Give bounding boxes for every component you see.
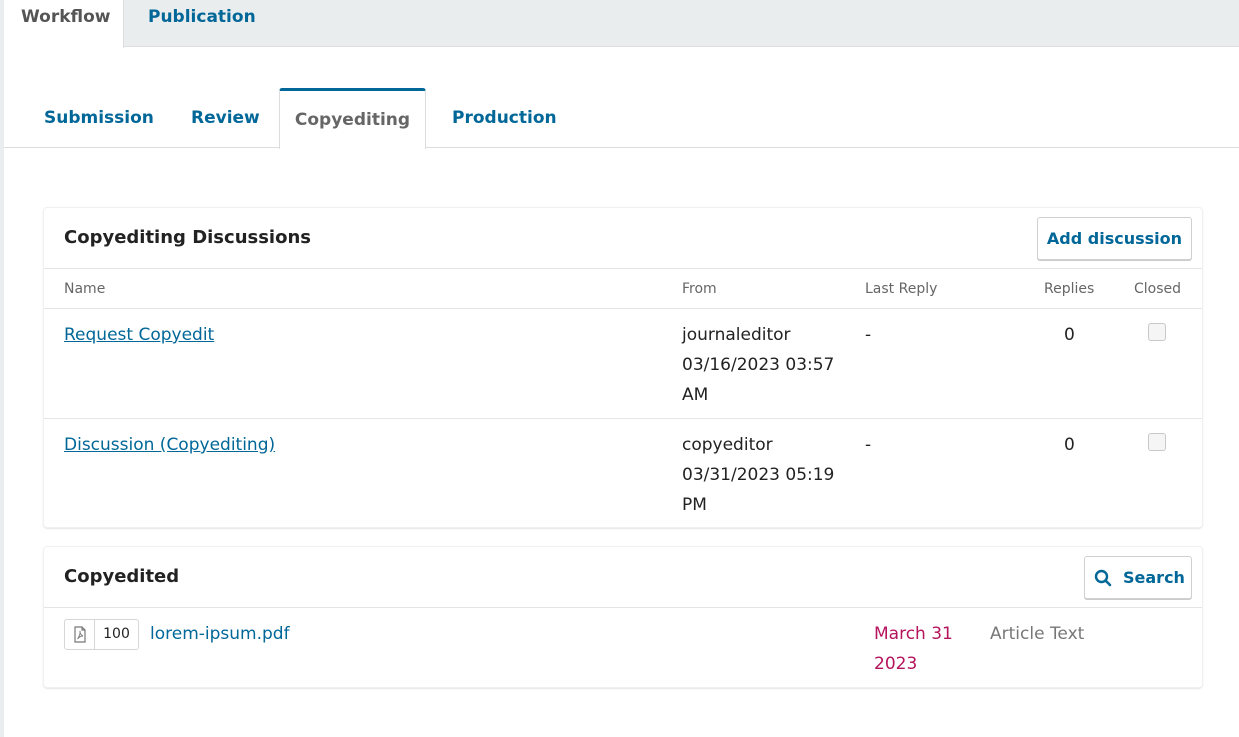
file-badge: 100 (64, 619, 139, 650)
top-tab-bar: Workflow Publication (4, 0, 1239, 48)
search-button[interactable]: Search (1084, 556, 1192, 599)
tab-submission[interactable]: Submission (44, 88, 154, 148)
file-row: 100 lorem-ipsum.pdf March 31 2023 Articl… (44, 608, 1202, 687)
last-reply: - (865, 435, 872, 455)
column-from: From (682, 281, 717, 297)
replies-count: 0 (1064, 325, 1075, 345)
last-reply: - (865, 325, 872, 345)
tab-production[interactable]: Production (452, 88, 557, 148)
from-date: 03/16/2023 03:57 AM (682, 355, 835, 405)
file-id: 100 (103, 626, 130, 642)
stage-tab-bar: Submission Review Copyediting Production (4, 88, 1239, 149)
column-last-reply: Last Reply (865, 281, 938, 297)
search-label: Search (1123, 568, 1185, 587)
discussion-from: journaleditor 03/16/2023 03:57 AM (682, 320, 842, 410)
file-name-link[interactable]: lorem-ipsum.pdf (150, 619, 290, 649)
tab-workflow[interactable]: Workflow (4, 0, 124, 48)
tab-publication[interactable]: Publication (131, 0, 273, 47)
copyedited-header: Copyedited Search (44, 547, 1202, 608)
replies-count: 0 (1064, 435, 1075, 455)
pdf-icon (65, 620, 95, 649)
from-user: copyeditor (682, 435, 773, 455)
copyedited-panel: Copyedited Search 100 lorem-ipsum.pdf Ma… (44, 547, 1202, 687)
closed-checkbox[interactable] (1148, 323, 1166, 341)
tab-review[interactable]: Review (191, 88, 260, 148)
discussion-link[interactable]: Request Copyedit (64, 320, 214, 350)
closed-checkbox[interactable] (1148, 433, 1166, 451)
from-user: journaleditor (682, 325, 791, 345)
file-date: March 31 2023 (874, 624, 953, 674)
discussions-title: Copyediting Discussions (64, 227, 311, 248)
from-date: 03/31/2023 05:19 PM (682, 465, 835, 515)
discussions-header: Copyediting Discussions Add discussion (44, 208, 1202, 269)
discussions-panel: Copyediting Discussions Add discussion N… (44, 208, 1202, 527)
table-row: Discussion (Copyediting) copyeditor 03/3… (44, 419, 1202, 527)
column-name: Name (64, 281, 106, 297)
search-icon (1094, 569, 1112, 587)
column-closed: Closed (1134, 281, 1182, 297)
discussions-column-headers: Name From Last Reply Replies Closed (44, 269, 1202, 309)
column-replies: Replies (1044, 281, 1095, 297)
add-discussion-button[interactable]: Add discussion (1036, 217, 1192, 260)
tab-copyediting[interactable]: Copyediting (279, 88, 426, 149)
file-type: Article Text (990, 624, 1085, 644)
table-row: Request Copyedit journaleditor 03/16/202… (44, 309, 1202, 419)
discussion-from: copyeditor 03/31/2023 05:19 PM (682, 430, 842, 520)
discussion-link[interactable]: Discussion (Copyediting) (64, 430, 275, 460)
copyedited-title: Copyedited (64, 566, 180, 587)
